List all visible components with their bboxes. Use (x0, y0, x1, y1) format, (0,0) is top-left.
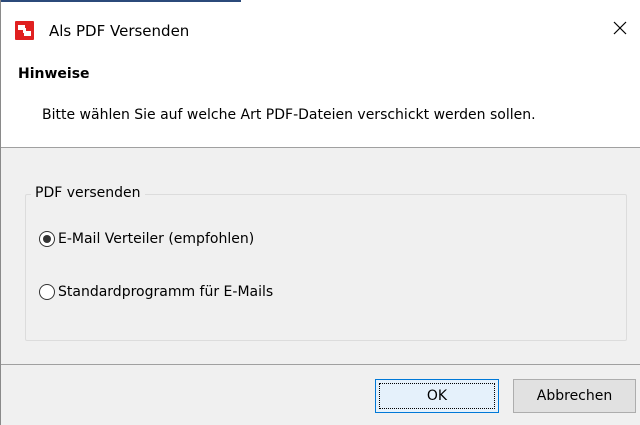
radio-default-mail-program[interactable]: Standardprogramm für E-Mails (39, 283, 273, 301)
radio-dot (43, 235, 51, 243)
radio-label[interactable]: Standardprogramm für E-Mails (58, 283, 273, 301)
background-window-strip (1, 0, 640, 9)
pdf-app-icon (15, 21, 34, 40)
content-area: PDF versenden E-Mail Verteiler (empfohle… (1, 148, 640, 364)
pdf-send-dialog: Als PDF Versenden Hinweise Bitte wählen … (0, 0, 640, 425)
ok-button[interactable]: OK (375, 379, 499, 413)
close-icon (613, 21, 627, 39)
background-window-accent (1, 0, 241, 2)
pdf-send-groupbox (25, 194, 627, 341)
radio-email-distribution[interactable]: E-Mail Verteiler (empfohlen) (39, 230, 254, 248)
hint-title: Hinweise (18, 66, 90, 82)
hint-text: Bitte wählen Sie auf welche Art PDF-Date… (42, 107, 536, 123)
cancel-button-label: Abbrechen (536, 388, 613, 404)
radio-checked-icon[interactable] (39, 231, 55, 247)
title-bar[interactable]: Als PDF Versenden (1, 9, 640, 51)
focus-rectangle (379, 383, 495, 409)
cancel-button[interactable]: Abbrechen (513, 379, 636, 413)
button-bar: OK Abbrechen (1, 365, 640, 425)
close-button[interactable] (601, 15, 639, 45)
radio-unchecked-icon[interactable] (39, 284, 55, 300)
groupbox-legend: PDF versenden (31, 184, 145, 202)
radio-label[interactable]: E-Mail Verteiler (empfohlen) (58, 230, 254, 248)
hint-panel: Hinweise Bitte wählen Sie auf welche Art… (1, 51, 640, 147)
window-title: Als PDF Versenden (49, 22, 190, 40)
